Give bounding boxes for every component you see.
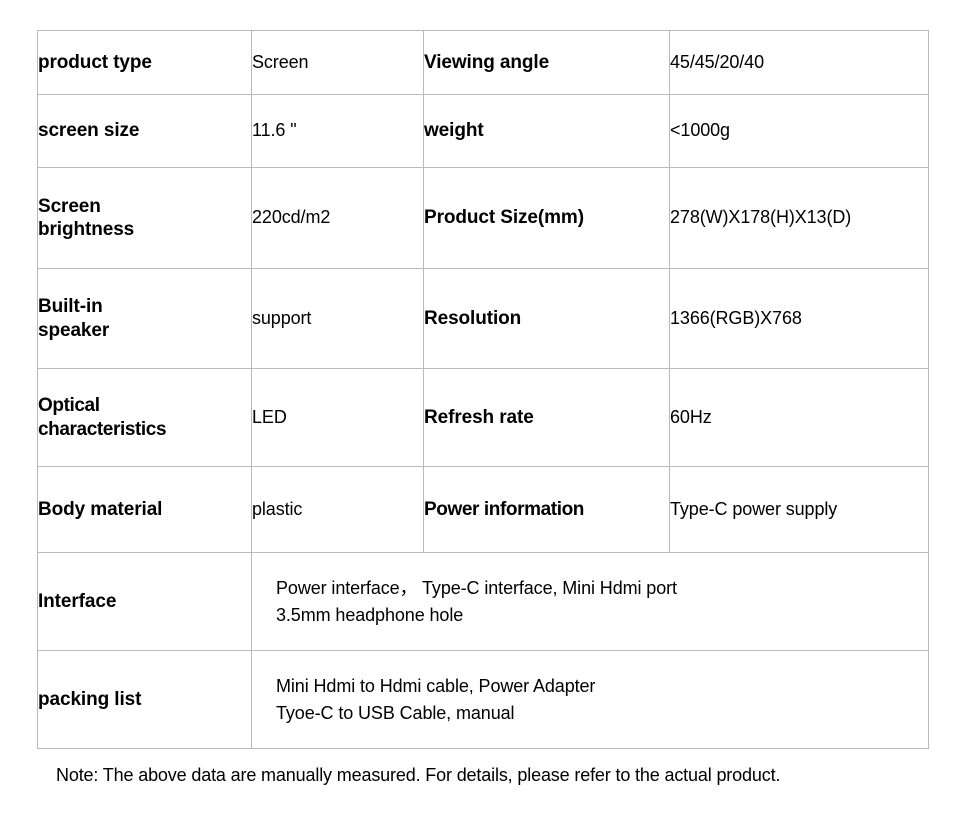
spec-value-screen-size: 11.6 " [251,94,424,168]
table-row: screen size 11.6 " weight <1000g [37,94,929,168]
spec-label-product-size: Product Size(mm) [423,167,670,269]
spec-value-resolution: 1366(RGB)X768 [669,268,929,369]
spec-value-screen-brightness: 220cd/m2 [251,167,424,269]
spec-value-product-type: Screen [251,30,424,95]
spec-value-packing-list: Mini Hdmi to Hdmi cable, Power Adapter T… [251,650,929,749]
spec-table-body: product type Screen Viewing angle 45/45/… [37,30,929,749]
footnote-note: Note: The above data are manually measur… [56,765,781,785]
spec-value-built-in-speaker: support [251,268,424,369]
table-row: Screen brightness 220cd/m2 Product Size(… [37,167,929,269]
table-row: Body material plastic Power information … [37,466,929,553]
spec-label-viewing-angle: Viewing angle [423,30,670,95]
spec-value-optical-characteristics: LED [251,368,424,467]
spec-value-viewing-angle: 45/45/20/40 [669,30,929,95]
table-row: Interface Power interface， Type-C interf… [37,552,929,651]
spec-label-packing-list: packing list [37,650,252,749]
table-row: Built-in speaker support Resolution 1366… [37,268,929,369]
spec-value-interface: Power interface， Type-C interface, Mini … [251,552,929,651]
spec-label-built-in-speaker: Built-in speaker [37,268,252,369]
spec-label-interface: Interface [37,552,252,651]
table-row: Optical characteristics LED Refresh rate… [37,368,929,467]
spec-label-screen-brightness: Screen brightness [37,167,252,269]
spec-value-body-material: plastic [251,466,424,553]
spec-label-screen-size: screen size [37,94,252,168]
spec-label-optical-characteristics: Optical characteristics [37,368,252,467]
spec-sheet-page: product type Screen Viewing angle 45/45/… [0,0,960,839]
product-specification-table: product type Screen Viewing angle 45/45/… [37,30,929,749]
spec-value-weight: <1000g [669,94,929,168]
spec-label-power-information: Power information [423,466,670,553]
spec-value-power-information: Type-C power supply [669,466,929,553]
spec-value-refresh-rate: 60Hz [669,368,929,467]
spec-label-body-material: Body material [37,466,252,553]
spec-label-weight: weight [423,94,670,168]
spec-value-product-size: 278(W)X178(H)X13(D) [669,167,929,269]
spec-label-product-type: product type [37,30,252,95]
spec-label-resolution: Resolution [423,268,670,369]
spec-label-refresh-rate: Refresh rate [423,368,670,467]
table-row: packing list Mini Hdmi to Hdmi cable, Po… [37,650,929,749]
table-row: product type Screen Viewing angle 45/45/… [37,30,929,95]
